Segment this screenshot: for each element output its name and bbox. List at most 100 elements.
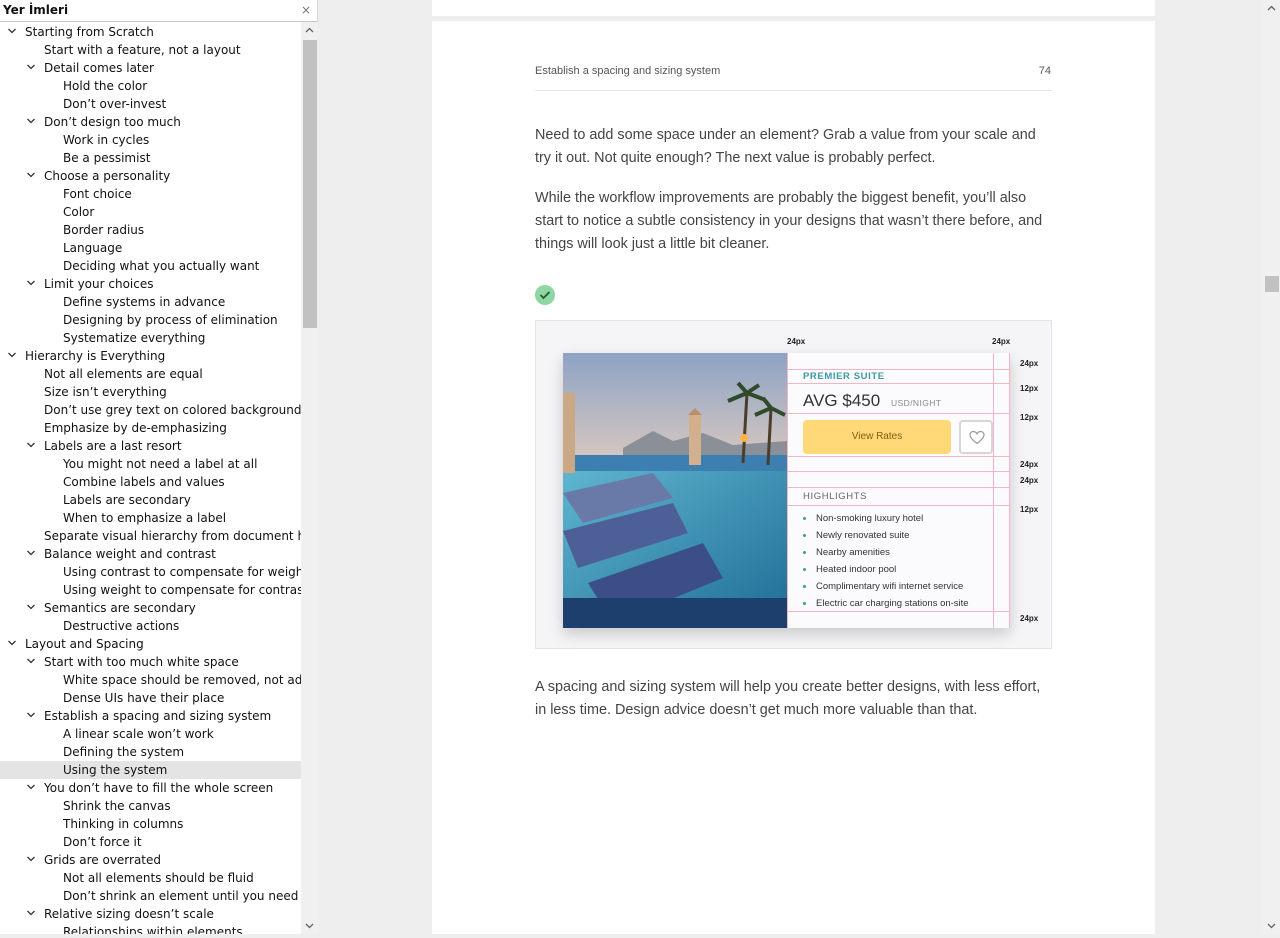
scroll-up-arrow-icon[interactable] [1263,0,1280,17]
bookmark-label: Language [63,241,123,255]
bookmark-item[interactable]: Work in cycles [0,131,301,149]
bookmark-item[interactable]: Don’t force it [0,833,301,851]
bookmark-item[interactable]: Detail comes later [0,59,301,77]
bookmark-item[interactable]: Language [0,239,301,257]
bookmark-item[interactable]: Semantics are secondary [0,599,301,617]
bookmark-item[interactable]: Size isn’t everything [0,383,301,401]
bookmark-item[interactable]: Start with a feature, not a layout [0,41,301,59]
sidebar-scrollbar[interactable] [301,22,318,934]
bookmark-item[interactable]: Hold the color [0,77,301,95]
bookmark-label: Designing by process of elimination [63,313,278,327]
bookmark-item[interactable]: Grids are overrated [0,851,301,869]
chevron-down-icon[interactable] [26,908,36,918]
bookmark-item[interactable]: Define systems in advance [0,293,301,311]
highlight-text: Nearby amenities [816,547,890,558]
chevron-down-icon[interactable] [26,170,36,180]
bookmark-item[interactable]: Using the system [0,761,301,779]
bookmark-item[interactable]: Don’t use grey text on colored backgroun… [0,401,301,419]
bookmark-item[interactable]: Destructive actions [0,617,301,635]
bookmark-item[interactable]: Not all elements are equal [0,365,301,383]
bookmark-item[interactable]: Combine labels and values [0,473,301,491]
bookmark-item[interactable]: A linear scale won’t work [0,725,301,743]
chevron-down-icon[interactable] [7,26,17,36]
bookmark-item[interactable]: Choose a personality [0,167,301,185]
bookmark-item[interactable]: Labels are secondary [0,491,301,509]
body-paragraph: Need to add some space under an element?… [535,127,1036,166]
bookmark-item[interactable]: Designing by process of elimination [0,311,301,329]
document-scroll-thumb[interactable] [1265,276,1279,292]
bookmark-item[interactable]: Don’t over-invest [0,95,301,113]
bookmark-item[interactable]: Relative sizing doesn’t scale [0,905,301,923]
chevron-down-icon[interactable] [26,710,36,720]
bookmark-item[interactable]: When to emphasize a label [0,509,301,527]
bookmark-item[interactable]: You don’t have to fill the whole screen [0,779,301,797]
bookmark-item[interactable]: You might not need a label at all [0,455,301,473]
document-scrollbar[interactable] [1263,0,1280,934]
bookmark-label: Font choice [63,187,132,201]
bookmark-item[interactable]: Don’t design too much [0,113,301,131]
bookmark-label: Layout and Spacing [25,637,144,651]
scroll-down-arrow-icon[interactable] [1263,917,1280,934]
bookmark-item[interactable]: Color [0,203,301,221]
favorite-button [959,420,993,454]
sidebar-scroll-thumb[interactable] [303,40,317,328]
bookmark-item[interactable]: Hierarchy is Everything [0,347,301,365]
chevron-down-icon[interactable] [26,602,36,612]
bookmark-item[interactable]: Not all elements should be fluid [0,869,301,887]
bullet-icon [803,516,806,520]
chevron-down-icon[interactable] [26,854,36,864]
bookmark-item[interactable]: Using contrast to compensate for weight [0,563,301,581]
chevron-down-icon[interactable] [26,62,36,72]
bookmark-item[interactable]: Shrink the canvas [0,797,301,815]
suite-title: PREMIER SUITE [803,371,885,382]
bookmark-label: Balance weight and contrast [44,547,216,561]
bookmark-item[interactable]: Dense UIs have their place [0,689,301,707]
chevron-down-icon[interactable] [26,548,36,558]
spacing-guide [787,369,1010,370]
price: AVG $450 [803,391,881,410]
bookmark-item[interactable]: Systematize everything [0,329,301,347]
bookmark-item[interactable]: White space should be removed, not added [0,671,301,689]
bookmark-item[interactable]: Start with too much white space [0,653,301,671]
bookmark-item[interactable]: Using weight to compensate for contrast [0,581,301,599]
chevron-down-icon[interactable] [7,350,17,360]
bookmark-item[interactable]: Be a pessimist [0,149,301,167]
bookmark-label: Don’t force it [63,835,142,849]
chevron-down-icon[interactable] [26,656,36,666]
bookmark-label: Thinking in columns [63,817,184,831]
chevron-down-icon[interactable] [26,782,36,792]
bookmark-item[interactable]: Separate visual hierarchy from document … [0,527,301,545]
bookmark-label: Establish a spacing and sizing system [44,709,272,723]
scroll-up-arrow-icon[interactable] [301,22,318,39]
bookmark-item[interactable]: Balance weight and contrast [0,545,301,563]
bookmark-item[interactable]: Thinking in columns [0,815,301,833]
bookmark-item[interactable]: Emphasize by de-emphasizing [0,419,301,437]
highlight-item: Electric car charging stations on-site [803,598,969,609]
spacing-label: 24px [1020,359,1039,368]
chevron-down-icon[interactable] [26,116,36,126]
close-icon[interactable]: × [301,3,311,17]
bookmark-item[interactable]: Establish a spacing and sizing system [0,707,301,725]
bookmark-item[interactable]: Defining the system [0,743,301,761]
scroll-down-arrow-icon[interactable] [301,917,318,934]
price-unit: USD/NIGHT [891,398,942,408]
previous-page-edge [432,0,1155,16]
bookmark-item[interactable]: Don’t shrink an element until you need t… [0,887,301,905]
spacing-label: 24px [1020,476,1039,485]
bookmark-item[interactable]: Layout and Spacing [0,635,301,653]
spacing-guide [787,505,1010,506]
bookmark-item[interactable]: Labels are a last resort [0,437,301,455]
bookmark-item[interactable]: Limit your choices [0,275,301,293]
spacing-guide [787,383,1010,384]
bookmark-item[interactable]: Starting from Scratch [0,23,301,41]
bookmark-item[interactable]: Border radius [0,221,301,239]
bookmark-item[interactable]: Font choice [0,185,301,203]
bookmark-item[interactable]: Deciding what you actually want [0,257,301,275]
bookmark-label: Start with too much white space [44,655,239,669]
chevron-down-icon[interactable] [26,278,36,288]
chevron-down-icon[interactable] [7,638,17,648]
chevron-down-icon[interactable] [26,440,36,450]
bookmark-item[interactable]: Relationships within elements [0,923,301,934]
spacing-guide [1009,353,1010,628]
bookmark-label: Deciding what you actually want [63,259,260,273]
